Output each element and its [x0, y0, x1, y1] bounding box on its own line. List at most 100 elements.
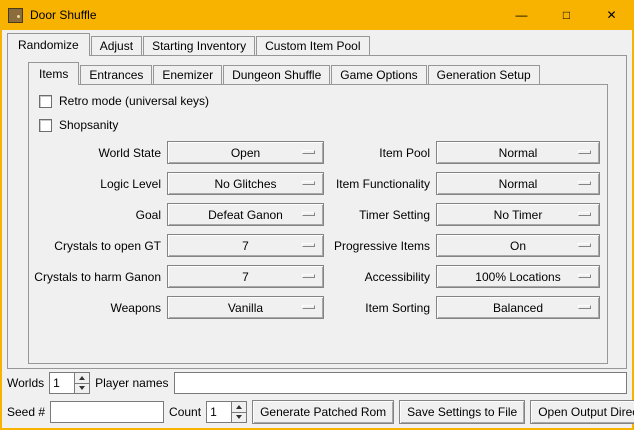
sub-tabbar: Items Entrances Enemizer Dungeon Shuffle…	[28, 62, 608, 84]
tab-label: Adjust	[100, 39, 133, 53]
save-settings-button[interactable]: Save Settings to File	[399, 400, 525, 424]
seed-input[interactable]	[50, 401, 164, 423]
crystals-harm-ganon-dropdown[interactable]: 7	[167, 265, 324, 288]
option-label-item-sorting: Item Sorting	[365, 301, 430, 315]
window-title: Door Shuffle	[30, 8, 97, 22]
spin-down-icon	[79, 386, 85, 390]
progressive-items-dropdown[interactable]: On	[436, 234, 600, 257]
shopsanity-checkbox[interactable]	[39, 119, 52, 132]
player-names-label: Player names	[95, 376, 168, 390]
option-label-world-state: World State	[99, 146, 161, 160]
item-sorting-dropdown[interactable]: Balanced	[436, 296, 600, 319]
tab-game-options[interactable]: Game Options	[331, 65, 426, 84]
main-tabbar: Randomize Adjust Starting Inventory Cust…	[7, 33, 627, 55]
dropdown-value: 7	[242, 239, 249, 253]
tab-generation-setup[interactable]: Generation Setup	[428, 65, 540, 84]
item-pool-dropdown[interactable]: Normal	[436, 141, 600, 164]
dropdown-indicator-icon	[578, 212, 591, 216]
tab-dungeon-shuffle[interactable]: Dungeon Shuffle	[223, 65, 330, 84]
dropdown-value: Balanced	[493, 301, 543, 315]
crystals-open-gt-dropdown[interactable]: 7	[167, 234, 324, 257]
count-label: Count	[169, 405, 201, 419]
tab-custom-item-pool[interactable]: Custom Item Pool	[256, 36, 369, 55]
option-label-crystals-gt: Crystals to open GT	[54, 239, 161, 253]
app-icon	[8, 8, 23, 23]
option-label-crystals-ganon: Crystals to harm Ganon	[34, 270, 161, 284]
sub-notebook: Items Entrances Enemizer Dungeon Shuffle…	[28, 62, 608, 364]
tab-entrances[interactable]: Entrances	[80, 65, 152, 84]
tab-enemizer[interactable]: Enemizer	[153, 65, 222, 84]
worlds-spin-up-button[interactable]	[75, 373, 89, 383]
spin-up-icon	[236, 405, 242, 409]
retro-mode-checkbox-row[interactable]: Retro mode (universal keys)	[39, 93, 607, 109]
worlds-input[interactable]	[50, 373, 74, 393]
dropdown-value: No Timer	[494, 208, 543, 222]
options-grid: World State Open Item Pool Normal Logic …	[29, 141, 607, 319]
app-window: Door Shuffle — □ ✕ Randomize Adjust Star…	[0, 0, 634, 430]
close-button[interactable]: ✕	[589, 0, 634, 30]
timer-setting-dropdown[interactable]: No Timer	[436, 203, 600, 226]
dropdown-value: Defeat Ganon	[208, 208, 283, 222]
shopsanity-checkbox-row[interactable]: Shopsanity	[39, 117, 607, 133]
dropdown-value: Open	[231, 146, 260, 160]
weapons-dropdown[interactable]: Vanilla	[167, 296, 324, 319]
world-state-dropdown[interactable]: Open	[167, 141, 324, 164]
bottom-bar: Worlds Player names Seed # Count	[7, 372, 627, 424]
open-output-directory-button[interactable]: Open Output Directory	[530, 400, 634, 424]
window-content: Randomize Adjust Starting Inventory Cust…	[2, 30, 632, 428]
logic-level-dropdown[interactable]: No Glitches	[167, 172, 324, 195]
randomize-panel: Items Entrances Enemizer Dungeon Shuffle…	[7, 55, 627, 369]
option-label-weapons: Weapons	[111, 301, 161, 315]
tab-label: Items	[39, 67, 68, 81]
option-label-item-pool: Item Pool	[379, 146, 430, 160]
player-names-input[interactable]	[174, 372, 628, 394]
tab-randomize[interactable]: Randomize	[7, 33, 90, 56]
dropdown-value: Normal	[499, 146, 538, 160]
minimize-icon: —	[516, 8, 528, 22]
count-spinner	[206, 401, 247, 423]
checkbox-label: Retro mode (universal keys)	[59, 94, 209, 108]
generate-patched-rom-button[interactable]: Generate Patched Rom	[252, 400, 394, 424]
tab-items[interactable]: Items	[28, 62, 79, 85]
tab-starting-inventory[interactable]: Starting Inventory	[143, 36, 255, 55]
retro-mode-checkbox[interactable]	[39, 95, 52, 108]
tab-label: Game Options	[340, 68, 417, 82]
item-functionality-dropdown[interactable]: Normal	[436, 172, 600, 195]
tab-label: Starting Inventory	[152, 39, 246, 53]
dropdown-indicator-icon	[578, 274, 591, 278]
worlds-spin-arrows	[74, 373, 89, 393]
dropdown-value: Normal	[499, 177, 538, 191]
dropdown-indicator-icon	[302, 150, 315, 154]
tab-label: Custom Item Pool	[265, 39, 360, 53]
dropdown-value: No Glitches	[214, 177, 276, 191]
dropdown-indicator-icon	[302, 243, 315, 247]
option-label-goal: Goal	[136, 208, 161, 222]
dropdown-indicator-icon	[578, 243, 591, 247]
worlds-spinner	[49, 372, 90, 394]
option-label-timer-setting: Timer Setting	[359, 208, 430, 222]
count-spin-down-button[interactable]	[232, 412, 246, 423]
goal-dropdown[interactable]: Defeat Ganon	[167, 203, 324, 226]
accessibility-dropdown[interactable]: 100% Locations	[436, 265, 600, 288]
worlds-label: Worlds	[7, 376, 44, 390]
count-input[interactable]	[207, 402, 231, 422]
spin-up-icon	[79, 376, 85, 380]
tab-label: Dungeon Shuffle	[232, 68, 321, 82]
maximize-button[interactable]: □	[544, 0, 589, 30]
worlds-row: Worlds Player names	[7, 372, 627, 394]
worlds-spin-down-button[interactable]	[75, 383, 89, 394]
count-spin-up-button[interactable]	[232, 402, 246, 412]
items-panel: Retro mode (universal keys) Shopsanity W…	[28, 84, 608, 364]
dropdown-indicator-icon	[302, 274, 315, 278]
tab-adjust[interactable]: Adjust	[91, 36, 142, 55]
dropdown-value: On	[510, 239, 526, 253]
close-icon: ✕	[606, 8, 616, 22]
dropdown-indicator-icon	[578, 305, 591, 309]
spin-down-icon	[236, 415, 242, 419]
caption-buttons: — □ ✕	[499, 0, 634, 30]
tab-label: Entrances	[89, 68, 143, 82]
minimize-button[interactable]: —	[499, 0, 544, 30]
tab-label: Generation Setup	[437, 68, 531, 82]
seed-row: Seed # Count Generate Patched Rom Save S…	[7, 400, 627, 424]
dropdown-indicator-icon	[578, 150, 591, 154]
